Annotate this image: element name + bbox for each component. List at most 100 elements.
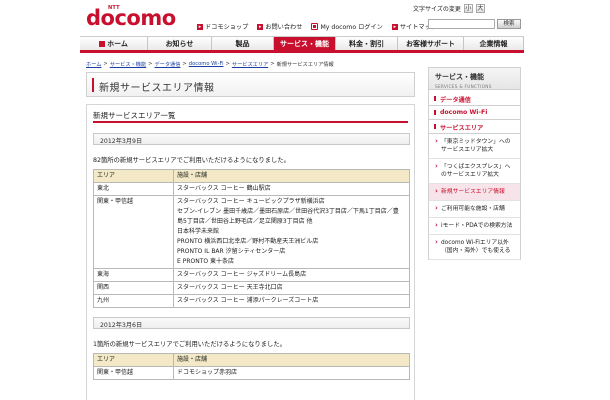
page-title: 新規サービスエリア情報 [99,83,215,94]
table-cell-facility: スターバックス コーヒー キュービックプラザ新横浜店 セブン-イレブン 墨田千歳… [173,195,410,269]
link-label: お問い合わせ [265,24,303,31]
site-header: NTT docomo ▸ ドコモショップ ▸ お問い合わせ My docomo … [0,0,610,36]
breadcrumb-item[interactable]: サービスエリア [232,61,268,68]
facility-line: PRONTO 横浜西口北幸店／野村不動産天王洲ビル店 [177,238,319,245]
sidebar-item-data-communication[interactable]: データ通信 [428,92,521,106]
table-row: 関西 スターバックス コーヒー 天王寺北口店 [93,281,410,295]
facility-line: スターバックス コーヒー キュービックプラザ新横浜店 [177,198,325,205]
title-accent-bar [92,78,94,92]
page-title-box: 新規サービスエリア情報 [86,72,415,97]
link-label: My docomo ログイン [320,24,383,31]
sidebar-subitem-tsukuba-express[interactable]: 「つくばエクスプレス」へのサービスエリア拡大 [428,159,521,184]
table-cell-facility: ドコモショップ赤羽店 [173,366,410,380]
breadcrumb-item[interactable]: サービス・機能 [110,61,146,68]
table-header-row: エリア 施設・店舗 [93,353,410,367]
breadcrumb-item[interactable]: ホーム [86,61,101,68]
logo-ntt: NTT [108,5,120,11]
tab-label: ホーム [107,39,128,48]
table-row: 東北 スターバックス コーヒー 鶴山駅店 [93,182,410,196]
sidebar-item-service-area[interactable]: サービスエリア [428,120,521,134]
update-intro: 82箇所の新規サービスエリアでご利用いただけるようになりました。 [93,157,290,164]
area-table: エリア 施設・店舗 関東・甲信越 ドコモショップ赤羽店 [93,353,410,380]
sidebar-subitem-imode-pda-search[interactable]: iモード・PDAでの検索方法 [428,218,521,235]
square-icon: ▸ [197,23,203,30]
table-header: エリア [93,353,174,367]
facility-line: 日本科学未来館 [177,228,220,235]
facility-line: スターバックス コーヒー 天王寺北口店 [177,284,283,291]
tab-label: 料金・割引 [349,39,384,48]
facility-line: ドコモショップ赤羽店 [177,369,238,376]
table-cell-area: 東北 [93,182,174,196]
tab-support[interactable]: お客様サポート [398,37,464,50]
tab-corporate[interactable]: 企業情報 [464,37,524,50]
table-cell-facility: スターバックス コーヒー 浦添パークレーズコート店 [173,294,410,308]
table-header: エリア [93,169,174,183]
breadcrumb: ホーム > サービス・機能 > データ通信 > docomo Wi-Fi > サ… [86,61,334,68]
link-docomo-shop[interactable]: ▸ ドコモショップ [197,22,248,31]
breadcrumb-separator: > [103,61,108,67]
tab-label: 企業情報 [479,39,508,48]
breadcrumb-item[interactable]: データ通信 [154,61,180,68]
update-date: 2012年3月6日 [93,317,410,329]
tab-services[interactable]: サービス・機能 [274,37,336,50]
sidebar-subitem-midtown[interactable]: 「東京ミッドタウン」へのサービスエリア拡大 [428,134,521,159]
facility-line: E PRONTO 東十条店 [177,258,234,265]
sidebar: サービス・機能 SERVICES & FUNCTIONS データ通信 docom… [428,67,521,260]
link-label: ドコモショップ [205,24,249,31]
section-title: 新規サービスエリア一覧 [87,105,414,123]
global-nav: ホーム お知らせ 製品 サービス・機能 料金・割引 お客様サポート 企業情報 [80,36,524,53]
table-cell-facility: スターバックス コーヒー 天王寺北口店 [173,281,410,295]
sidebar-subitem-outside-area[interactable]: docomo Wi-Fiエリア以外（国内・海外）でも使える [428,235,521,260]
search-input[interactable] [428,19,495,29]
sidebar-subitem-available-facilities[interactable]: ご利用可能な施設・店舗 [428,201,521,218]
tab-label: お知らせ [165,39,194,48]
facility-line: スターバックス コーヒー ジャズドリーム長島店 [177,271,307,278]
tab-pricing[interactable]: 料金・割引 [336,37,398,50]
table-header-row: エリア 施設・店舗 [93,169,410,183]
tab-label: 製品 [235,39,250,48]
table-cell-facility: スターバックス コーヒー 鶴山駅店 [173,182,410,196]
search-bar: 検索 [428,19,521,29]
update-date: 2012年3月9日 [93,133,410,145]
sidebar-subitem-new-area-info[interactable]: 新規サービスエリア情報 [428,184,521,201]
main-content: 新規サービスエリア一覧 2012年3月9日 82箇所の新規サービスエリアでご利用… [86,104,415,400]
sidebar-title-en: SERVICES & FUNCTIONS [435,84,492,89]
facility-line: PRONTO IL BAR 汐留シティセンター店 [177,248,286,255]
search-button[interactable]: 検索 [497,19,521,29]
tab-home[interactable]: ホーム [80,37,148,50]
text-size-small-button[interactable]: 小 [463,4,473,13]
facility-line: セブン-イレブン 墨田千歳店／墨田石原店／世田谷代沢3丁目店／下馬1丁目店／豊 [177,208,399,215]
table-cell-area: 関西 [93,281,174,295]
square-icon: ▸ [391,23,398,30]
tab-label: お客様サポート [406,39,455,48]
facility-line: スターバックス コーヒー 浦添パークレーズコート店 [177,297,319,304]
link-contact[interactable]: ▸ お問い合わせ [257,22,302,31]
sidebar-title: サービス・機能 [435,73,484,81]
breadcrumb-separator: > [225,61,230,67]
text-size-large-button[interactable]: 大 [475,4,485,13]
table-row: 東海 スターバックス コーヒー ジャズドリーム長島店 [93,268,410,282]
text-size-label: 文字サイズの変更 [413,6,461,13]
table-cell-area: 関東・甲信越 [93,195,174,269]
breadcrumb-separator: > [270,61,275,67]
square-icon: ▸ [257,23,264,30]
table-cell-area: 東海 [93,268,174,282]
tab-label: サービス・機能 [280,39,329,48]
link-mydocomo-login[interactable]: My docomo ログイン [311,22,383,31]
sidebar-item-docomo-wifi[interactable]: docomo Wi-Fi [428,106,521,120]
breadcrumb-separator: > [182,61,187,67]
header-links: ▸ ドコモショップ ▸ お問い合わせ My docomo ログイン ▸ サイトマ… [197,22,437,31]
tab-products[interactable]: 製品 [212,37,274,50]
sidebar-header: サービス・機能 SERVICES & FUNCTIONS [428,67,521,90]
facility-line: スターバックス コーヒー 鶴山駅店 [177,185,271,192]
update-intro: 1箇所の新規サービスエリアでご利用いただけるようになりました。 [93,341,286,348]
breadcrumb-item[interactable]: docomo Wi-Fi [189,61,224,68]
breadcrumb-current: 新規サービスエリア情報 [276,62,334,68]
breadcrumb-separator: > [148,61,153,67]
tab-news[interactable]: お知らせ [148,37,212,50]
docomo-logo[interactable]: NTT docomo [86,5,176,29]
table-cell-facility: スターバックス コーヒー ジャズドリーム長島店 [173,268,410,282]
table-cell-area: 九州 [93,294,174,308]
text-size-control: 文字サイズの変更 小 大 [413,4,485,13]
phone-icon [311,23,319,30]
